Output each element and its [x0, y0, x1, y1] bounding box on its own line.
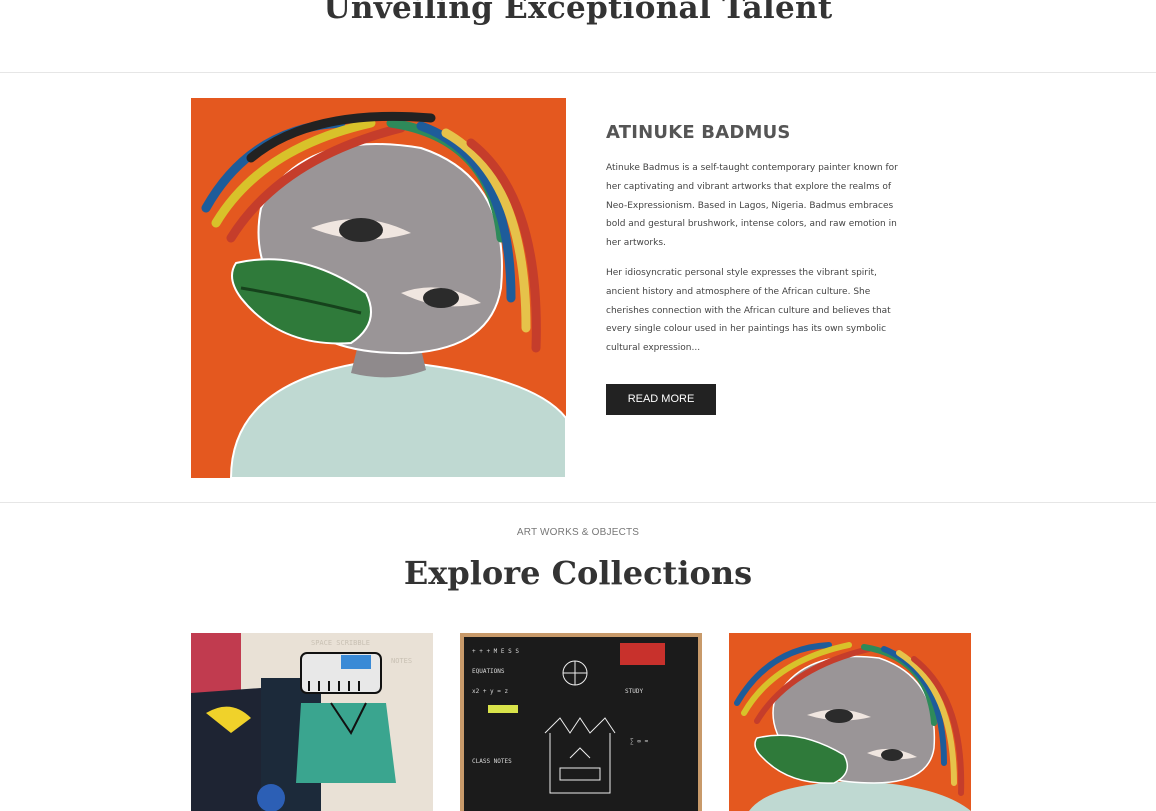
portrait-painting-icon [729, 633, 971, 811]
portrait-painting-icon [191, 98, 566, 478]
section-divider [0, 502, 1156, 503]
top-divider [0, 72, 1156, 73]
collection-card[interactable] [729, 633, 971, 811]
artist-featured-painting [191, 98, 566, 478]
svg-text:EQUATIONS: EQUATIONS [472, 668, 505, 675]
artist-bio-paragraph: Her idiosyncratic personal style express… [606, 267, 891, 354]
read-more-button[interactable]: READ MORE [606, 383, 716, 415]
artist-name: ATINUKE BADMUS [606, 122, 791, 143]
svg-text:STUDY: STUDY [625, 688, 643, 695]
artist-bio: ATINUKE BADMUS Atinuke Badmus is a self-… [606, 122, 906, 415]
collections-eyebrow: ART WORKS & OBJECTS [516, 527, 640, 538]
svg-text:+ + + M E S S: + + + M E S S [472, 648, 519, 655]
svg-text:x2 + y = z: x2 + y = z [472, 688, 509, 695]
svg-text:SPACE SCRIBBLE: SPACE SCRIBBLE [311, 639, 370, 647]
collections-title: Explore Collections [403, 554, 753, 592]
svg-text:NOTES: NOTES [391, 657, 412, 665]
graffiti-painting-icon: SPACE SCRIBBLE NOTES [191, 633, 433, 811]
collection-card[interactable]: SPACE SCRIBBLE NOTES [191, 633, 433, 811]
svg-text:∑ ∞ ≈: ∑ ∞ ≈ [630, 738, 648, 745]
artist-bio-paragraph: Atinuke Badmus is a self-taught contempo… [606, 163, 898, 249]
collections-grid: SPACE SCRIBBLE NOTES + + + M E S S EQUAT… [191, 633, 971, 811]
chalkboard-painting-icon: + + + M E S S EQUATIONS x2 + y = z STUDY… [460, 633, 702, 811]
collection-card[interactable]: + + + M E S S EQUATIONS x2 + y = z STUDY… [460, 633, 702, 811]
svg-text:CLASS NOTES: CLASS NOTES [472, 758, 512, 765]
hero-title: Unveiling Exceptional Talent [323, 0, 833, 26]
